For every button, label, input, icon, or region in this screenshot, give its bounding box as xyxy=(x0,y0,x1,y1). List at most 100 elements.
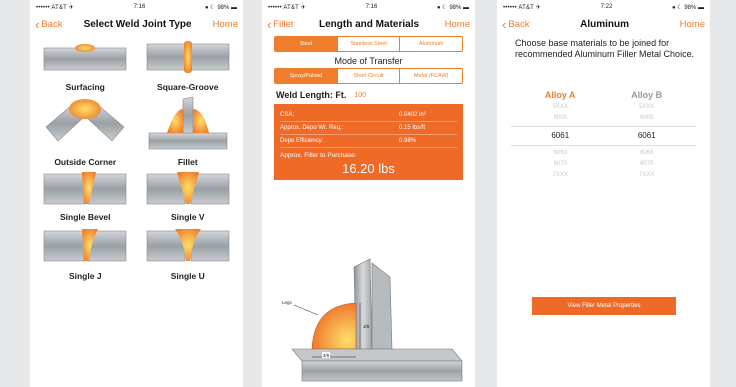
screen-select-weld-joint: •••••• AT&T ✈ 7:16 ● ☾ 98% ▬ ‹ Back Selec… xyxy=(30,0,243,387)
weld-length-label: Weld Length: Ft. xyxy=(276,90,347,100)
joint-surfacing[interactable]: Surfacing xyxy=(38,36,133,95)
picker-row[interactable]: 6070 6070 xyxy=(497,159,710,170)
alloy-picker[interactable]: Alloy A Alloy B 5XXX 5XXX 6005 6005 6061 60… xyxy=(497,90,710,181)
result-value: 0.15 lbs/ft xyxy=(399,125,426,131)
purchase-label: Approx. Filler to Purchase: xyxy=(280,152,357,159)
results-panel: CSA: 0.0402 in² Approx. Depo Wt. Req.: 0.1… xyxy=(274,104,463,180)
screen-aluminum: •••••• AT&T ✈ 7:22 ● ☾ 98% ▬ ‹ Back Alumi… xyxy=(497,0,710,387)
alloy-b-option: 6005 xyxy=(640,115,654,122)
view-filler-properties-button[interactable]: View Filler Metal Properties xyxy=(532,297,676,315)
weld-length-input[interactable] xyxy=(354,91,385,99)
picker-row[interactable]: 7XXX 7XXX xyxy=(497,170,710,181)
segment-steel[interactable]: Steel xyxy=(275,37,338,51)
surfacing-icon xyxy=(43,44,127,71)
result-value: 0.98% xyxy=(399,138,417,144)
screen-length-materials: •••••• AT&T ✈ 7:16 ● ☾ 98% ▬ ‹ Fillet Len… xyxy=(262,0,475,387)
dim-horizontal: 3/8 xyxy=(323,353,330,358)
joint-single-j[interactable]: Single J xyxy=(38,225,133,284)
segment-short-circuit[interactable]: Short Circuit xyxy=(338,69,401,83)
segment-stainless-steel[interactable]: Stainless Steel xyxy=(338,37,401,51)
dim-vertical: 3/8 xyxy=(363,324,370,329)
result-label: Approx. Depo Wt. Req.: xyxy=(280,125,344,131)
joint-single-u[interactable]: Single U xyxy=(141,225,236,284)
joint-fillet[interactable]: Fillet xyxy=(141,95,236,170)
result-label: Depo Efficiency: xyxy=(280,138,324,144)
picker-row[interactable]: 5XXX 5XXX xyxy=(497,102,710,113)
joint-label: Fillet xyxy=(177,157,198,167)
joint-square-groove[interactable]: Square-Groove xyxy=(141,36,236,95)
back-button[interactable]: ‹ Back xyxy=(35,18,62,31)
picker-row-selected[interactable]: 6061 6061 xyxy=(511,125,696,146)
chevron-left-icon: ‹ xyxy=(267,16,272,32)
nav-bar: ‹ Back Aluminum Home xyxy=(497,14,710,34)
result-row-csa: CSA: 0.0402 in² xyxy=(280,109,457,122)
alloy-a-option: 6061 xyxy=(551,131,570,141)
result-value: 0.0402 in² xyxy=(399,112,426,118)
single-j-icon xyxy=(43,229,127,262)
home-button[interactable]: Home xyxy=(680,19,705,30)
joint-single-bevel[interactable]: Single Bevel xyxy=(38,170,133,225)
joint-label: Single J xyxy=(68,271,102,281)
purchase-value: 16.20 lbs xyxy=(342,161,395,176)
instructions-text: Choose base materials to be joined for r… xyxy=(515,38,695,59)
joint-label: Single Bevel xyxy=(59,212,111,222)
page-title: Select Weld Joint Type xyxy=(83,18,192,30)
status-bar: •••••• AT&T ✈ 7:16 ● ☾ 98% ▬ xyxy=(262,0,475,14)
nav-bar: ‹ Back Select Weld Joint Type Home xyxy=(30,14,243,34)
segment-metal-fcaw[interactable]: Metal (FCAW) xyxy=(400,69,462,83)
alloy-b-option: 6061 xyxy=(637,131,656,141)
fillet-weld-diagram: 3/8 3/8 Legs xyxy=(282,258,463,382)
alloy-b-option: 6070 xyxy=(640,161,654,168)
picker-row[interactable]: 6063 6063 xyxy=(497,148,710,159)
back-label: Back xyxy=(41,18,63,30)
material-segmented-control: Steel Stainless Steel Aluminum xyxy=(274,36,463,52)
alloy-b-option: 5XXX xyxy=(639,104,655,111)
home-button[interactable]: Home xyxy=(445,19,470,30)
page-title: Length and Materials xyxy=(319,18,420,30)
status-bar: •••••• AT&T ✈ 7:22 ● ☾ 98% ▬ xyxy=(497,0,710,14)
fillet-icon xyxy=(148,96,228,150)
chevron-left-icon: ‹ xyxy=(35,16,40,32)
joint-outside-corner[interactable]: Outside Corner xyxy=(38,95,133,170)
joint-label: Single U xyxy=(170,271,205,281)
back-button[interactable]: ‹ Fillet xyxy=(267,18,293,31)
carrier-label: •••••• AT&T ✈ xyxy=(268,4,307,11)
back-label: Back xyxy=(508,18,530,30)
clock: 7:16 xyxy=(133,4,146,10)
picker-wheel[interactable]: 5XXX 5XXX 6005 6005 6061 6061 6063 6063 6070… xyxy=(497,102,710,181)
back-button[interactable]: ‹ Back xyxy=(502,18,529,31)
mode-of-transfer-heading: Mode of Transfer xyxy=(334,56,403,66)
battery-indicator: ● ☾ 98% ▬ xyxy=(436,4,469,11)
home-button[interactable]: Home xyxy=(213,19,238,30)
picker-row[interactable]: 6005 6005 xyxy=(497,113,710,124)
nav-bar: ‹ Fillet Length and Materials Home xyxy=(262,14,475,34)
back-label: Fillet xyxy=(273,18,294,30)
alloy-b-option: 6063 xyxy=(640,150,654,157)
joint-label: Outside Corner xyxy=(54,157,117,167)
alloy-a-option: 6005 xyxy=(553,115,567,122)
outside-corner-icon xyxy=(45,99,125,142)
result-label: CSA: xyxy=(280,112,295,118)
battery-indicator: ● ☾ 98% ▬ xyxy=(671,4,704,11)
joint-grid: Surfacing Square-Groove Outside Corner F… xyxy=(30,34,243,284)
single-u-icon xyxy=(146,229,230,262)
single-v-icon xyxy=(146,172,230,205)
page-title: Aluminum xyxy=(580,18,629,30)
alloy-a-option: 7XXX xyxy=(552,172,568,179)
result-row-depo-wt: Approx. Depo Wt. Req.: 0.15 lbs/ft xyxy=(280,122,457,135)
square-groove-icon xyxy=(146,41,230,73)
dim-legs-label: Legs xyxy=(282,300,293,305)
segment-aluminum[interactable]: Aluminum xyxy=(400,37,462,51)
joint-single-v[interactable]: Single V xyxy=(141,170,236,225)
picker-headers: Alloy A Alloy B xyxy=(497,90,710,100)
joint-label: Surfacing xyxy=(65,82,105,92)
alloy-a-option: 6063 xyxy=(553,150,567,157)
battery-indicator: ● ☾ 98% ▬ xyxy=(204,4,237,11)
result-row-efficiency: Depo Efficiency: 0.98% xyxy=(280,135,457,148)
weld-length-row: Weld Length: Ft. xyxy=(262,86,475,100)
status-bar: •••••• AT&T ✈ 7:16 ● ☾ 98% ▬ xyxy=(30,0,243,14)
alloy-b-header: Alloy B xyxy=(631,89,663,100)
alloy-a-option: 5XXX xyxy=(552,104,568,111)
joint-label: Square-Groove xyxy=(157,82,219,92)
segment-spray-pulsed[interactable]: Spray/Pulsed xyxy=(275,69,338,83)
